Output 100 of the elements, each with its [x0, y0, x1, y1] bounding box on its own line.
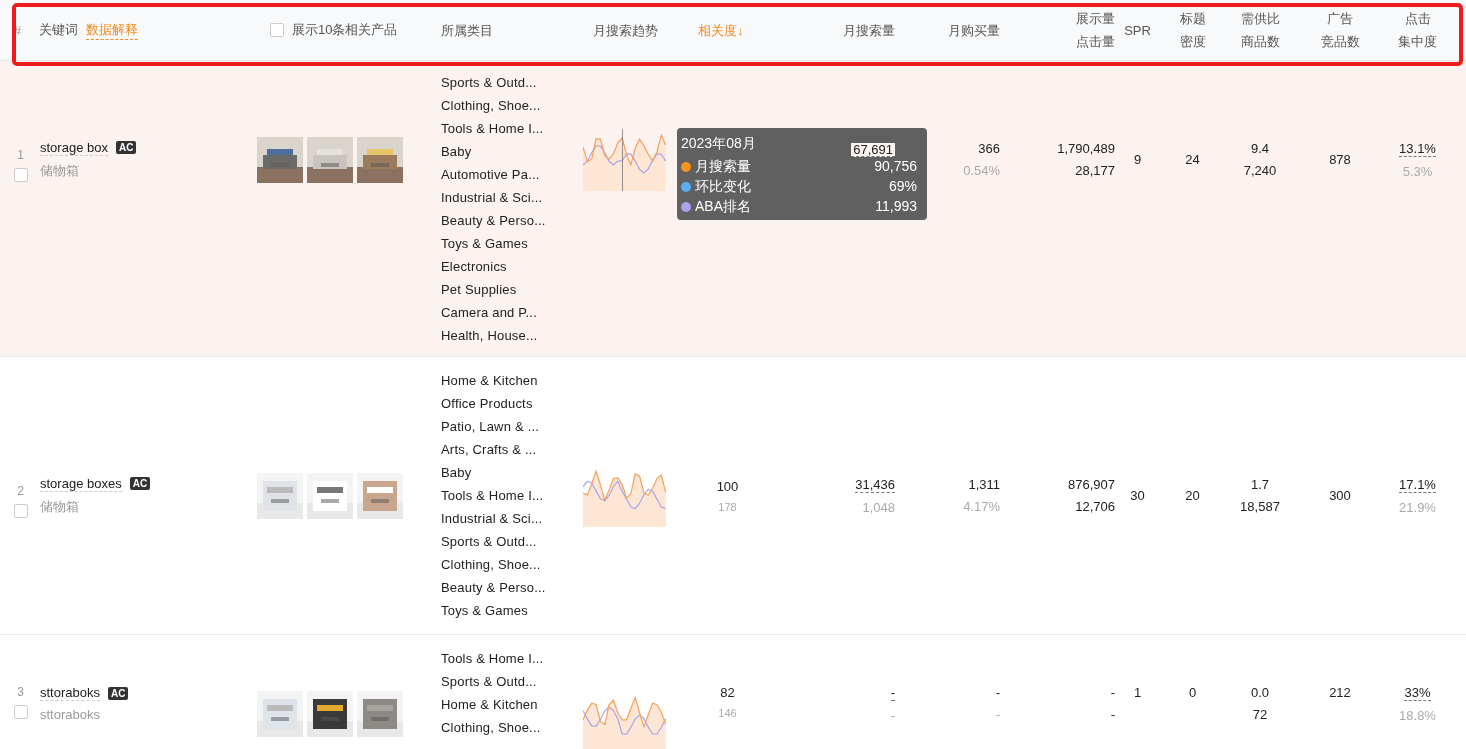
- product-count: 72: [1252, 707, 1268, 722]
- purchase-volume: 1,311: [968, 477, 1000, 492]
- row-checkbox[interactable]: [13, 167, 28, 182]
- click-share-value[interactable]: 17.1%: [1399, 476, 1436, 493]
- category-item: Beauty & Perso...: [441, 211, 547, 230]
- keyword-translation: sttoraboks: [40, 707, 101, 722]
- tooltip-label: 月搜索量: [695, 158, 752, 175]
- category-item: Clothing, Shoe...: [441, 556, 542, 574]
- demand-supply-ratio: 1.7: [1250, 477, 1270, 492]
- category-item: Electronics: [441, 257, 508, 276]
- ac-badge: AC: [108, 686, 129, 700]
- column-header: 展示量 点击量: [1076, 10, 1115, 51]
- row-checkbox[interactable]: [13, 503, 28, 518]
- impressions-value: 1,790,489: [1057, 141, 1115, 156]
- ad-competitors-value: 212: [1329, 685, 1351, 700]
- clicks-value: 12,706: [1075, 499, 1115, 514]
- tooltip-value: 69%: [888, 178, 918, 195]
- category-item: Industrial & Sci...: [441, 188, 544, 207]
- ac-badge: AC: [129, 477, 151, 490]
- spr-value: 30: [1130, 488, 1145, 503]
- checkbox[interactable]: [270, 23, 284, 37]
- column-header: 标题 密度: [1179, 10, 1206, 51]
- title-density-value: 0: [1188, 685, 1197, 700]
- click-share-sub-value: 18.8%: [1399, 708, 1436, 723]
- keyword-translation: 储物箱: [40, 161, 80, 180]
- category-item: Automotive Pa...: [441, 165, 541, 184]
- column-header: SPR: [1124, 21, 1151, 40]
- ad-competitors-value: 878: [1329, 152, 1351, 167]
- search-volume-sub: 1,048: [862, 499, 895, 515]
- column-header: 广告 竞品数: [1320, 10, 1360, 51]
- category-item: Pet Supplies: [441, 280, 518, 299]
- tooltip-label: 环比变化: [695, 178, 752, 195]
- column-header: 月购买量: [948, 21, 1000, 40]
- product-count: 18,587: [1240, 499, 1280, 514]
- purchase-volume: 366: [978, 141, 1000, 156]
- purchase-rate: -: [995, 707, 1000, 722]
- tooltip-title: 2023年08月: [681, 135, 756, 152]
- category-item: Health, House...: [441, 326, 539, 345]
- keyword-link[interactable]: sttoraboks: [40, 685, 100, 701]
- spr-value: 1: [1133, 685, 1142, 700]
- title-density-value: 20: [1185, 488, 1200, 503]
- category-item: Camera and P...: [441, 303, 538, 322]
- ad-competitors-value: 300: [1329, 488, 1351, 503]
- keyword-link[interactable]: storage box: [40, 139, 108, 156]
- clicks-value: -: [1110, 707, 1115, 722]
- title-density-value: 24: [1185, 152, 1200, 167]
- category-item: Toys & Games: [441, 234, 529, 253]
- category-item: Home & Kitchen: [441, 696, 539, 714]
- category-item: Sports & Outd...: [441, 673, 538, 691]
- relevance-sub-value: 178: [718, 500, 737, 513]
- relevance-sub-value: 146: [718, 707, 737, 719]
- click-share-sub-value: 21.9%: [1399, 499, 1436, 515]
- category-item: Beauty & Perso...: [441, 579, 547, 597]
- category-item: Toys & Games: [441, 602, 529, 620]
- column-header: 月搜索趋势: [593, 21, 658, 40]
- relevance-value: 82: [720, 685, 735, 700]
- category-item: Sports & Outd...: [441, 73, 538, 92]
- column-header: 展示10条相关产品: [292, 21, 398, 39]
- tooltip-label: ABA排名: [695, 198, 752, 215]
- ac-badge: AC: [115, 141, 137, 154]
- keyword-link[interactable]: storage boxes: [40, 475, 122, 492]
- product-count: 7,240: [1243, 163, 1277, 178]
- category-item: Baby: [441, 464, 473, 482]
- click-share-value[interactable]: 33%: [1404, 685, 1431, 701]
- category-item: Tools & Home I...: [441, 119, 545, 138]
- row-number: 2: [17, 483, 24, 498]
- clicks-value: 28,177: [1075, 163, 1115, 178]
- search-volume[interactable]: -: [890, 685, 895, 701]
- category-item: Patio, Lawn & ...: [441, 418, 541, 436]
- category-item: Sports & Outd...: [441, 533, 538, 551]
- purchase-rate: 0.54%: [963, 163, 1000, 178]
- purchase-volume: -: [995, 685, 1000, 700]
- purchase-rate: 4.17%: [963, 499, 1000, 514]
- category-item: Tools & Home I...: [441, 487, 545, 505]
- category-item: Tools & Home I...: [441, 650, 545, 668]
- category-item: Clothing, Shoe...: [441, 719, 542, 737]
- demand-supply-ratio: 9.4: [1250, 141, 1270, 156]
- column-header: 关键词: [39, 21, 78, 39]
- category-item: Industrial & Sci...: [441, 510, 544, 528]
- search-volume-sub: -: [890, 708, 895, 723]
- row-number: 3: [17, 685, 24, 699]
- column-header: 所属类目: [441, 21, 493, 40]
- demand-supply-ratio: 0.0: [1250, 685, 1270, 700]
- keyword-translation: 储物箱: [40, 497, 80, 516]
- row-number: 1: [17, 147, 24, 162]
- category-item: Home & Kitchen: [441, 372, 539, 390]
- impressions-value: -: [1110, 685, 1115, 700]
- category-item: Baby: [441, 142, 473, 161]
- category-item: Arts, Crafts & ...: [441, 441, 538, 459]
- column-header: 需供比 商品数: [1240, 10, 1280, 51]
- click-share-sub-value: 5.3%: [1402, 163, 1433, 179]
- relevance-value: 100: [716, 478, 739, 494]
- click-share-value[interactable]: 13.1%: [1399, 140, 1436, 157]
- category-item: Office Products: [441, 395, 534, 413]
- column-header: 点击 集中度: [1398, 10, 1437, 51]
- search-volume[interactable]: 31,436: [855, 476, 895, 493]
- tooltip-value: 90,756: [874, 158, 918, 175]
- impressions-value: 876,907: [1068, 477, 1115, 492]
- column-header: 月搜索量: [843, 21, 895, 40]
- row-checkbox[interactable]: [13, 705, 28, 719]
